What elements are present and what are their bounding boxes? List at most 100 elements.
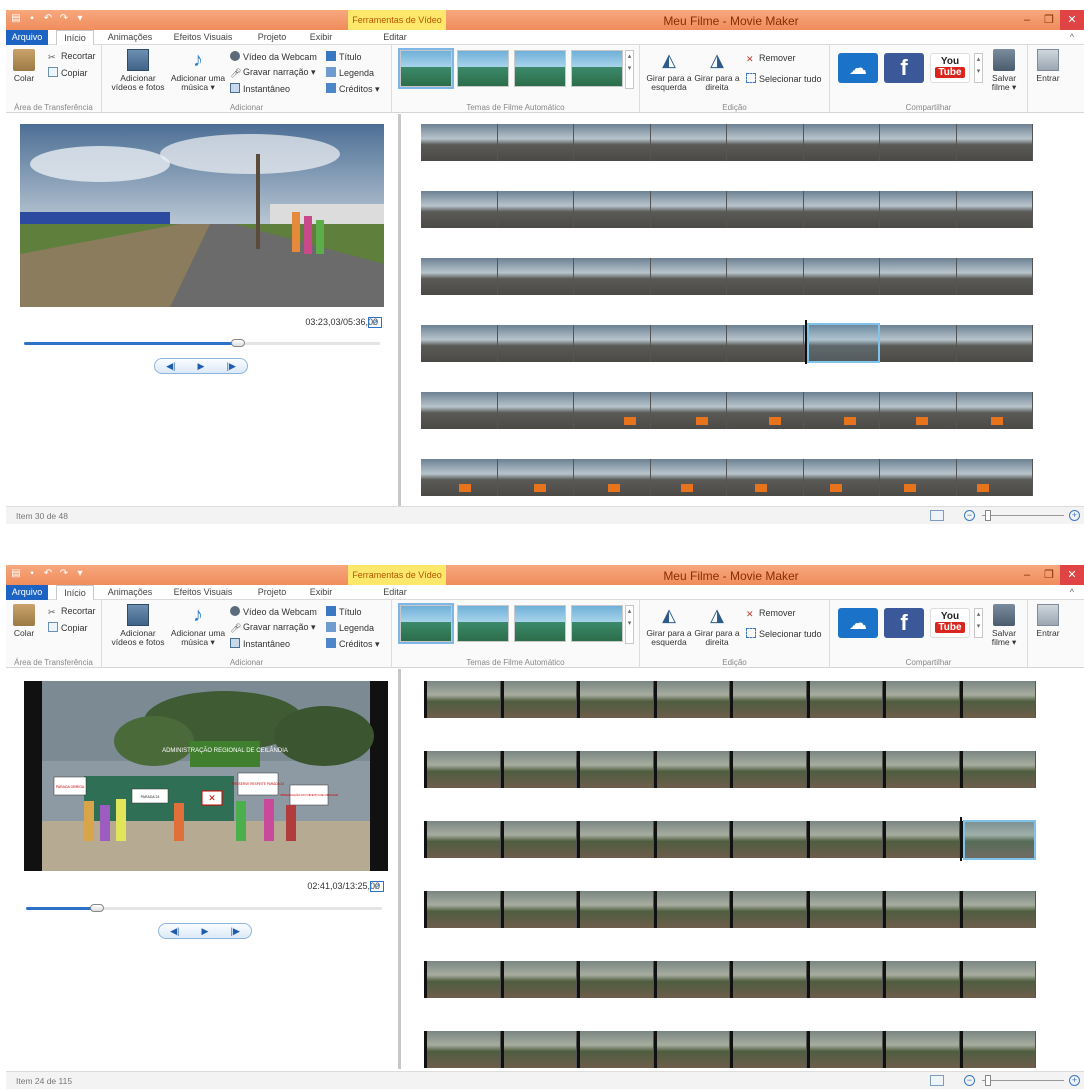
thumbnail-size-icon[interactable] (930, 1075, 944, 1086)
zoom-out-icon[interactable]: − (964, 510, 975, 521)
credits-button[interactable]: Créditos ▾ (326, 638, 380, 650)
share-scroll-icon[interactable]: ▴ ▾ (974, 53, 983, 83)
playhead-cursor[interactable] (960, 817, 962, 861)
clip-strip[interactable] (421, 191, 1033, 228)
redo-icon[interactable]: ↷ (58, 568, 70, 580)
zoom-in-icon[interactable]: + (1069, 1075, 1080, 1086)
seek-thumb[interactable] (230, 339, 245, 347)
youtube-icon[interactable]: You Tube (930, 53, 970, 83)
snapshot-button[interactable]: Instantâneo (230, 638, 290, 649)
undo-icon[interactable]: ↶ (42, 568, 54, 580)
clip-strip[interactable] (424, 891, 1036, 928)
close-button[interactable]: ✕ (1060, 565, 1084, 585)
zoom-slider-thumb[interactable] (985, 510, 991, 521)
next-frame-icon[interactable]: |▶ (227, 361, 236, 372)
sign-in-button[interactable]: Entrar (1032, 49, 1064, 83)
clip-strip[interactable] (424, 1031, 1036, 1068)
cut-button[interactable]: ✂ Recortar (48, 606, 96, 617)
clip-strip[interactable] (421, 325, 1033, 362)
minimize-button[interactable]: – (1016, 565, 1038, 585)
add-music-button[interactable]: ♪ Adicionar uma música ▾ (170, 49, 226, 92)
clip-strip[interactable] (424, 821, 1036, 858)
tab-efeitos-visuais[interactable]: Efeitos Visuais (170, 585, 236, 600)
zoom-track[interactable] (982, 1080, 1064, 1081)
snapshot-button[interactable]: Instantâneo (230, 83, 290, 94)
zoom-slider-thumb[interactable] (985, 1075, 991, 1086)
credits-button[interactable]: Créditos ▾ (326, 83, 380, 95)
zoom-in-icon[interactable]: + (1069, 510, 1080, 521)
remove-button[interactable]: ✕ Remover (746, 608, 796, 619)
qat-dropdown-icon[interactable]: ▾ (74, 568, 86, 580)
copy-button[interactable]: Copiar (48, 622, 88, 633)
app-menu-icon[interactable]: ▤ (10, 568, 22, 580)
theme-thumbnail-1[interactable] (398, 603, 454, 644)
clip-strip[interactable] (424, 751, 1036, 788)
share-scroll-icon[interactable]: ▴ ▾ (974, 608, 983, 638)
theme-thumbnail-3[interactable] (514, 50, 566, 87)
clip-strip[interactable] (421, 258, 1033, 295)
tab-inicio[interactable]: Início (56, 585, 94, 600)
undo-icon[interactable]: ↶ (42, 13, 54, 25)
fullscreen-icon[interactable]: ↗ (368, 317, 382, 328)
add-videos-photos-button[interactable]: Adicionar vídeos e fotos (110, 49, 166, 92)
tab-exibir[interactable]: Exibir (306, 585, 336, 600)
onedrive-icon[interactable]: ☁ (838, 608, 878, 638)
theme-thumbnail-2[interactable] (457, 50, 509, 87)
seek-bar[interactable] (26, 904, 382, 912)
zoom-out-icon[interactable]: − (964, 1075, 975, 1086)
record-narration-button[interactable]: 🎤︎ Gravar narração ▾ (230, 67, 316, 78)
pane-splitter[interactable] (398, 114, 401, 506)
add-music-button[interactable]: ♪ Adicionar uma música ▾ (170, 604, 226, 647)
close-button[interactable]: ✕ (1060, 10, 1084, 30)
rotate-right-button[interactable]: ◮ Girar para a direita (694, 604, 740, 647)
theme-thumbnail-2[interactable] (457, 605, 509, 642)
restore-button[interactable]: ❐ (1038, 10, 1060, 30)
themes-scroll-icon[interactable]: ▴ ▾ (625, 50, 634, 89)
tab-arquivo[interactable]: Arquivo (6, 30, 48, 45)
title-button[interactable]: Título (326, 51, 362, 62)
tab-animacoes[interactable]: Animações (106, 585, 154, 600)
tab-editar[interactable]: Editar (380, 30, 410, 45)
tab-animacoes[interactable]: Animações (106, 30, 154, 45)
rotate-right-button[interactable]: ◮ Girar para a direita (694, 49, 740, 92)
restore-button[interactable]: ❐ (1038, 565, 1060, 585)
tab-inicio[interactable]: Início (56, 30, 94, 45)
previous-frame-icon[interactable]: ◀| (170, 926, 179, 937)
sign-in-button[interactable]: Entrar (1032, 604, 1064, 638)
rotate-left-button[interactable]: ◭ Girar para a esquerda (646, 604, 692, 647)
save-icon[interactable]: ▪ (26, 568, 38, 580)
zoom-track[interactable] (982, 515, 1064, 516)
title-button[interactable]: Título (326, 606, 362, 617)
seek-bar[interactable] (24, 339, 380, 347)
select-all-button[interactable]: Selecionar tudo (746, 628, 822, 639)
tab-projeto[interactable]: Projeto (252, 30, 292, 45)
clip-strip[interactable] (421, 392, 1033, 429)
save-movie-button[interactable]: Salvar filme ▾ (986, 604, 1022, 647)
onedrive-icon[interactable]: ☁ (838, 53, 878, 83)
theme-thumbnail-4[interactable] (571, 605, 623, 642)
collapse-ribbon-icon[interactable]: ^ (1070, 585, 1074, 600)
paste-button[interactable]: Colar (12, 49, 36, 83)
clip-strip[interactable] (421, 124, 1033, 161)
youtube-icon[interactable]: You Tube (930, 608, 970, 638)
themes-scroll-icon[interactable]: ▴ ▾ (625, 605, 634, 644)
remove-button[interactable]: ✕ Remover (746, 53, 796, 64)
caption-button[interactable]: Legenda (326, 67, 374, 78)
copy-button[interactable]: Copiar (48, 67, 88, 78)
tab-editar[interactable]: Editar (380, 585, 410, 600)
select-all-button[interactable]: Selecionar tudo (746, 73, 822, 84)
minimize-button[interactable]: – (1016, 10, 1038, 30)
play-icon[interactable]: ▶ (198, 361, 205, 372)
save-icon[interactable]: ▪ (26, 13, 38, 25)
tab-exibir[interactable]: Exibir (306, 30, 336, 45)
selected-clip[interactable] (963, 820, 1036, 860)
rotate-left-button[interactable]: ◭ Girar para a esquerda (646, 49, 692, 92)
clip-strip[interactable] (424, 961, 1036, 998)
redo-icon[interactable]: ↷ (58, 13, 70, 25)
tab-efeitos-visuais[interactable]: Efeitos Visuais (170, 30, 236, 45)
next-frame-icon[interactable]: |▶ (231, 926, 240, 937)
webcam-video-button[interactable]: Vídeo da Webcam (230, 51, 317, 62)
fullscreen-icon[interactable]: ↗ (370, 881, 384, 892)
selected-clip[interactable] (807, 323, 880, 363)
facebook-icon[interactable]: f (884, 53, 924, 83)
